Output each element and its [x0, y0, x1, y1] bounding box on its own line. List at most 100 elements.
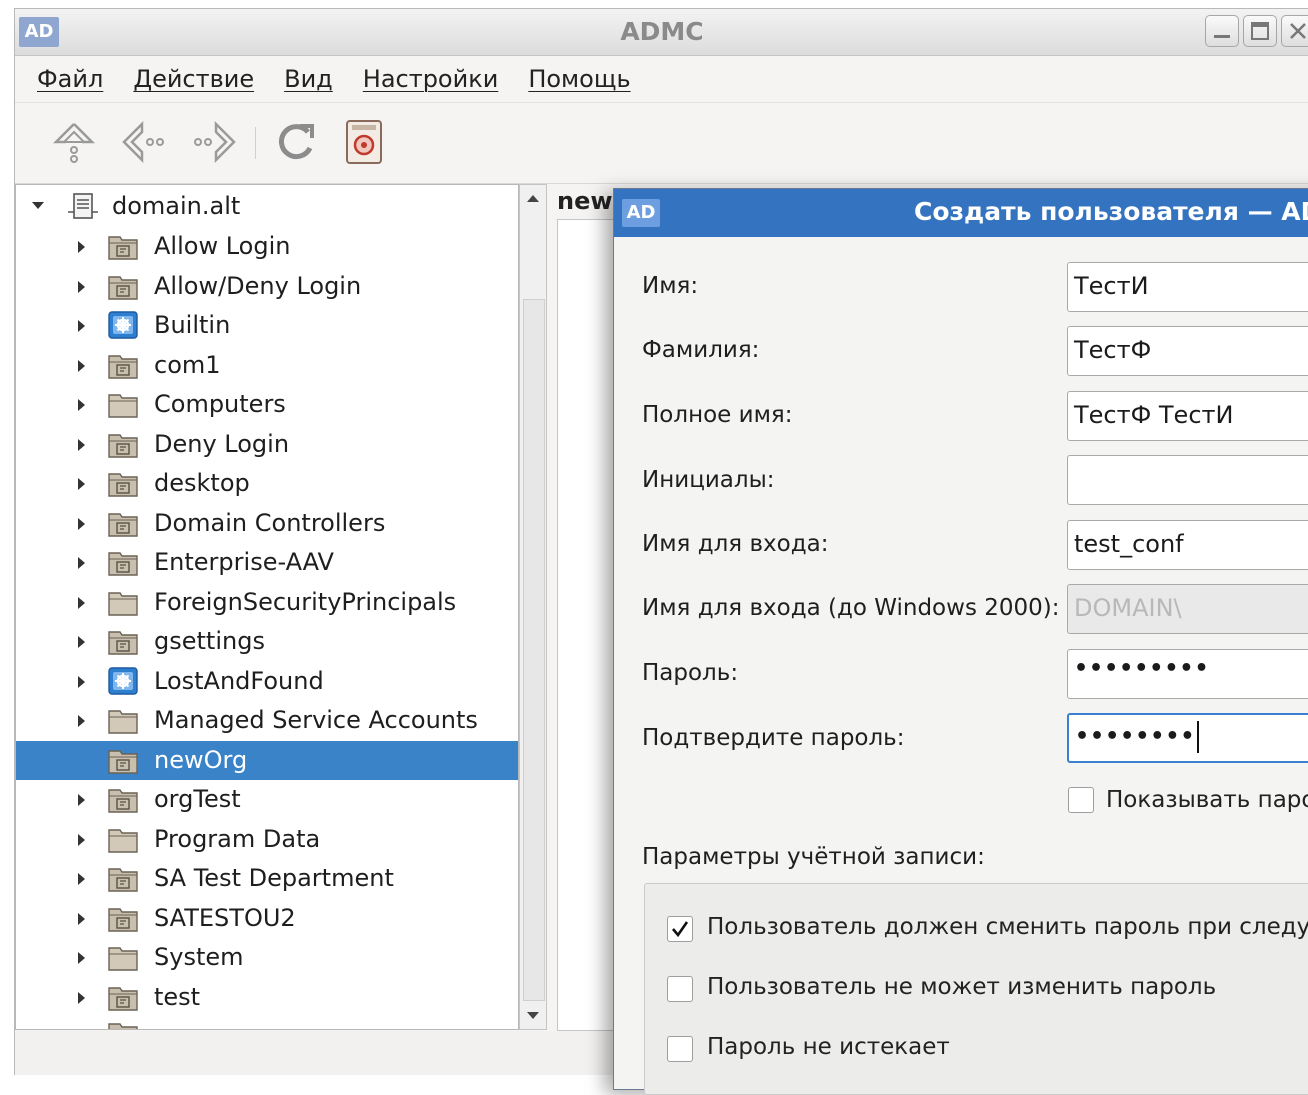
tree-item-label: newOrg	[154, 745, 248, 774]
tree-item[interactable]: Deny Login	[16, 425, 518, 464]
expand-icon[interactable]	[78, 438, 85, 451]
scroll-up-icon[interactable]	[527, 195, 539, 202]
expand-icon[interactable]	[78, 359, 85, 372]
domain-icon	[68, 193, 98, 219]
tree-item-label: LostAndFound	[154, 666, 324, 695]
tree-item[interactable]: ForeignSecurityPrincipals	[16, 583, 518, 622]
menu-help[interactable]: Помощь	[528, 65, 630, 93]
tree-item[interactable]: gsettings	[16, 622, 518, 661]
expand-icon[interactable]	[78, 241, 85, 253]
domain-tree[interactable]: domain.alt Allow Login Allow/Deny Login Bu…	[15, 184, 519, 1030]
ou-folder-icon	[108, 907, 138, 932]
cannot-change-password-checkbox[interactable]	[667, 976, 693, 1002]
tree-item-label: orgTest	[154, 785, 241, 813]
logon-name-pre2000-label: Имя для входа (до Windows 2000):	[642, 595, 1060, 621]
ou-folder-icon	[108, 236, 138, 260]
expand-icon[interactable]	[78, 636, 85, 648]
expand-icon[interactable]	[78, 794, 85, 806]
expand-icon[interactable]	[78, 675, 85, 688]
tree-item[interactable]: newOrg	[16, 740, 518, 780]
tree-item-partial[interactable]	[16, 1013, 518, 1029]
text-caret	[1196, 721, 1199, 753]
expand-icon[interactable]	[78, 715, 85, 727]
ou-folder-icon	[108, 868, 138, 892]
initials-field[interactable]	[1067, 455, 1308, 505]
expand-icon[interactable]	[78, 517, 85, 530]
first-name-label: Имя:	[642, 273, 699, 299]
expand-icon[interactable]	[32, 202, 44, 209]
tree-item[interactable]: Program Data	[16, 820, 518, 859]
tree-item[interactable]: com1	[16, 346, 518, 385]
expand-icon[interactable]	[78, 991, 85, 1004]
tree-root-label: domain.alt	[112, 192, 241, 220]
tree-item-label: desktop	[154, 469, 250, 497]
expand-icon[interactable]	[78, 873, 85, 885]
maximize-icon[interactable]	[1243, 15, 1277, 47]
filter-icon[interactable]	[337, 117, 391, 167]
back-icon[interactable]	[117, 117, 171, 167]
menu-file[interactable]: Файл	[37, 65, 103, 93]
tree-item[interactable]: Allow/Deny Login	[16, 267, 518, 306]
close-icon[interactable]	[1281, 15, 1308, 47]
ou-folder-icon	[108, 749, 138, 774]
menu-action[interactable]: Действие	[133, 65, 254, 93]
expand-icon[interactable]	[78, 557, 85, 569]
tree-item[interactable]: SA Test Department	[16, 859, 518, 898]
must-change-password-label: Пользователь должен сменить пароль при с…	[707, 914, 1308, 940]
full-name-field[interactable]: ТестФ ТестИ	[1067, 391, 1308, 441]
tree-item[interactable]: test	[16, 978, 518, 1017]
tree-item[interactable]: Allow Login	[16, 227, 518, 266]
password-never-expires-checkbox[interactable]	[667, 1036, 693, 1062]
minimize-icon[interactable]	[1205, 15, 1239, 47]
ou-folder-icon	[108, 986, 138, 1011]
title-bar[interactable]: AD ADMC	[15, 9, 1308, 56]
tree-item[interactable]: Builtin	[16, 306, 518, 345]
tree-item[interactable]: System	[16, 938, 518, 977]
tree-root[interactable]: domain.alt	[16, 187, 518, 226]
tree-item[interactable]: Domain Controllers	[16, 504, 518, 543]
ou-folder-icon	[108, 512, 138, 537]
password-field[interactable]: •••••••••	[1067, 649, 1308, 699]
logon-name-field[interactable]: test_conf	[1067, 520, 1308, 570]
toolbar	[15, 103, 1308, 184]
scroll-down-icon[interactable]	[527, 1012, 539, 1019]
tree-item-label: Deny Login	[154, 429, 290, 458]
expand-icon[interactable]	[78, 478, 85, 490]
expand-icon[interactable]	[78, 596, 85, 609]
tree-item[interactable]: Managed Service Accounts	[16, 701, 518, 740]
menu-view[interactable]: Вид	[284, 65, 333, 93]
check-icon	[672, 921, 689, 938]
tree-item[interactable]: Computers	[16, 385, 518, 424]
expand-icon[interactable]	[78, 280, 85, 293]
must-change-password-checkbox[interactable]	[667, 916, 693, 942]
tree-item[interactable]: orgTest	[16, 780, 518, 819]
tree-item-label: Domain Controllers	[154, 508, 386, 537]
expand-icon[interactable]	[78, 399, 85, 411]
scroll-thumb[interactable]	[523, 299, 545, 1001]
expand-icon[interactable]	[78, 912, 85, 925]
show-password-checkbox[interactable]	[1068, 787, 1094, 813]
tree-item[interactable]: desktop	[16, 464, 518, 503]
cannot-change-password-label: Пользователь не может изменить пароль	[707, 974, 1217, 1000]
forward-icon[interactable]	[187, 117, 241, 167]
folder-icon	[108, 591, 138, 616]
up-icon[interactable]	[47, 117, 101, 167]
confirm-password-field[interactable]: ••••••••	[1067, 713, 1308, 763]
expand-icon[interactable]	[78, 952, 85, 964]
menu-settings[interactable]: Настройки	[363, 65, 499, 93]
last-name-field[interactable]: ТестФ	[1067, 326, 1308, 376]
refresh-icon[interactable]	[269, 117, 323, 167]
expand-icon[interactable]	[78, 833, 85, 846]
builtin-container-icon	[108, 311, 138, 339]
tree-item-label: com1	[154, 350, 221, 379]
tree-item-label: Allow/Deny Login	[154, 271, 362, 300]
tree-item[interactable]: SATESTOU2	[16, 899, 518, 938]
tree-item-label: SA Test Department	[154, 864, 394, 892]
expand-icon[interactable]	[78, 320, 85, 332]
first-name-field[interactable]: ТестИ	[1067, 262, 1308, 312]
folder-icon	[108, 947, 138, 971]
tree-item[interactable]: Enterprise-AAV	[16, 543, 518, 582]
dialog-title-bar[interactable]: AD Создать пользователя — AD	[614, 189, 1308, 237]
tree-item[interactable]: LostAndFound	[16, 662, 518, 701]
tree-scrollbar[interactable]	[519, 184, 547, 1030]
